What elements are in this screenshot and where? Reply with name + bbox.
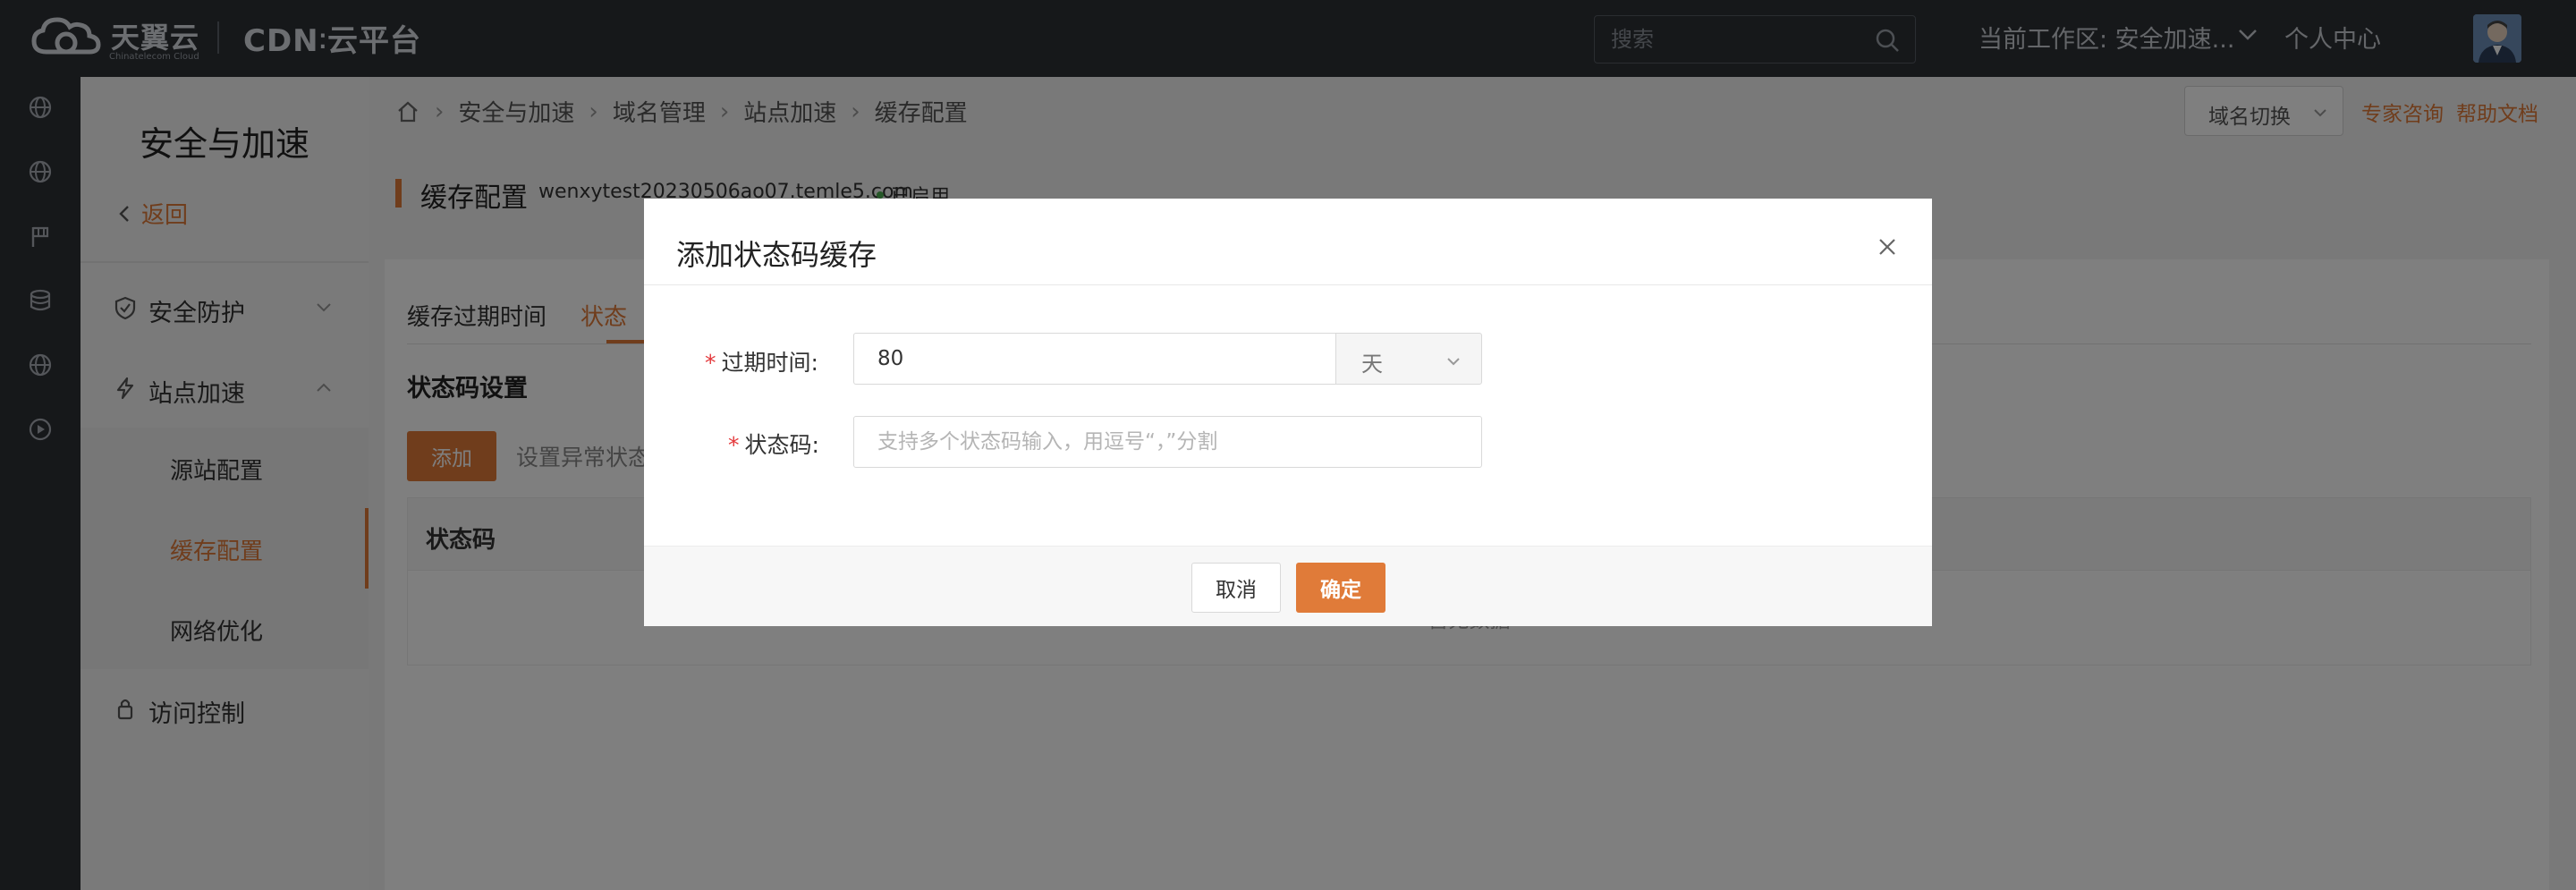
status-code-label: * 状态码:	[728, 428, 819, 460]
required-asterisk: *	[728, 432, 740, 458]
add-status-code-cache-dialog: 添加状态码缓存 *过期时间: 天 *状态码: 取消 确定	[644, 199, 1932, 626]
expire-time-label-text: 过期时间:	[721, 350, 818, 376]
time-unit-select[interactable]: 天	[1335, 333, 1482, 385]
confirm-button[interactable]: 确定	[1296, 563, 1385, 613]
dialog-title: 添加状态码缓存	[676, 238, 877, 272]
time-unit-value: 天	[1361, 352, 1383, 377]
dialog-header-divider	[644, 284, 1932, 285]
dialog-footer: 取消 确定	[644, 546, 1932, 626]
expire-time-label: * 过期时间:	[705, 345, 818, 377]
expire-time-input[interactable]	[853, 333, 1336, 385]
chevron-down-icon	[1447, 358, 1460, 366]
status-code-label-text: 状态码:	[744, 432, 819, 458]
status-code-input[interactable]	[853, 416, 1482, 468]
cancel-button[interactable]: 取消	[1191, 563, 1281, 613]
close-icon[interactable]	[1877, 236, 1898, 258]
required-asterisk: *	[705, 350, 716, 376]
